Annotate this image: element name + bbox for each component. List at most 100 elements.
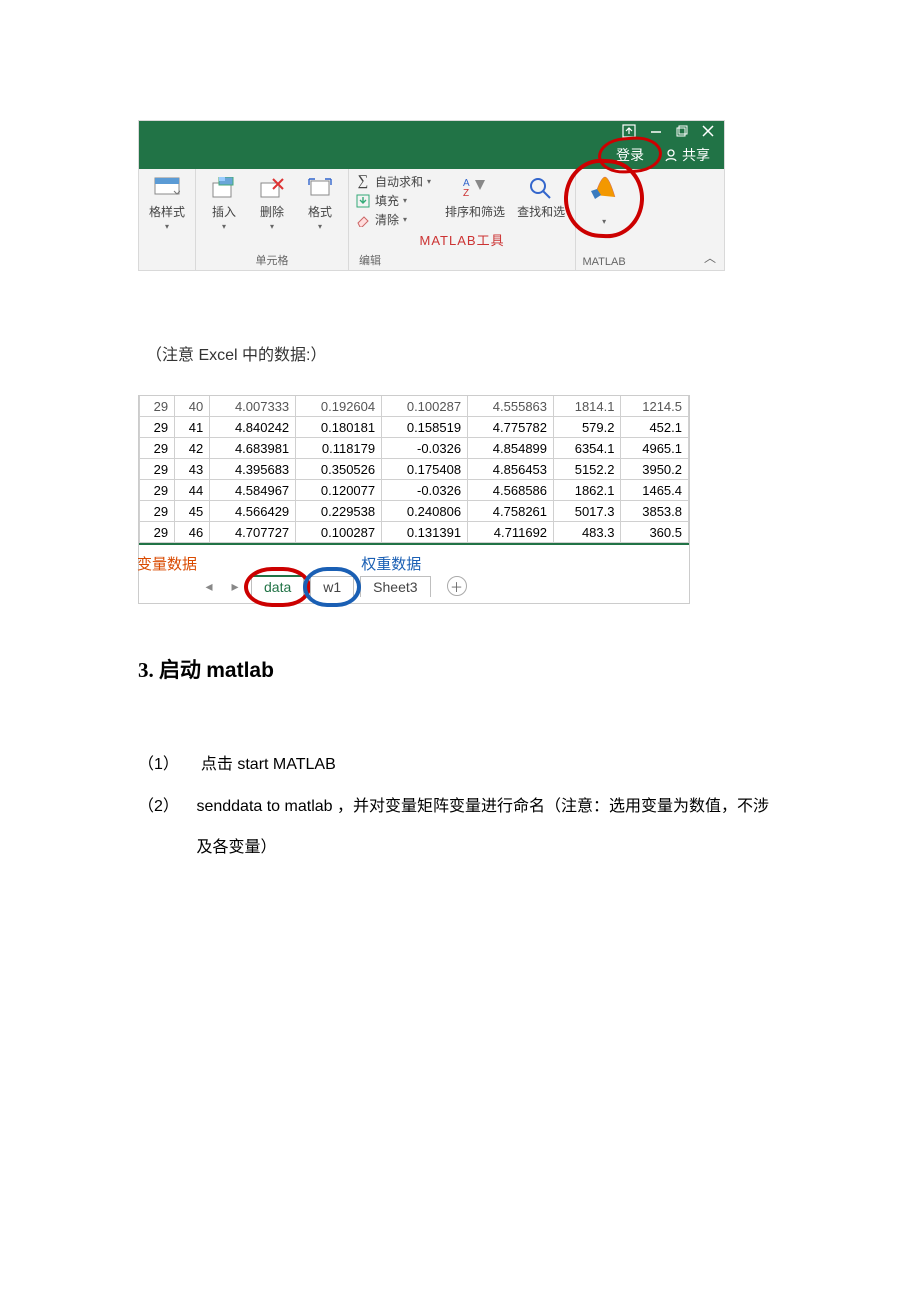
add-sheet-button[interactable]: ＋ xyxy=(447,576,467,596)
share-button[interactable]: 共享 xyxy=(664,145,710,165)
table-cell[interactable]: 6354.1 xyxy=(554,438,621,459)
table-cell[interactable]: -0.0326 xyxy=(382,438,468,459)
table-cell[interactable]: 29 xyxy=(140,417,175,438)
section-title-lat: matlab xyxy=(206,659,274,682)
sheet-tab-data[interactable]: data xyxy=(251,575,304,597)
sheet-tab-sheet3[interactable]: Sheet3 xyxy=(360,576,430,597)
table-cell[interactable]: 360.5 xyxy=(621,522,689,543)
insert-button[interactable]: 插入 ▾ xyxy=(202,173,246,233)
table-cell[interactable]: 4.007333 xyxy=(210,396,296,417)
format-button[interactable]: 格式 ▾ xyxy=(298,173,342,233)
table-cell[interactable]: 4.707727 xyxy=(210,522,296,543)
table-cell[interactable]: 46 xyxy=(175,522,210,543)
find-select-label: 查找和选 xyxy=(517,203,565,220)
sheet-tab-w1[interactable]: w1 xyxy=(310,576,354,597)
table-cell[interactable]: 4.775782 xyxy=(468,417,554,438)
fill-button[interactable]: 填充 ▾ xyxy=(355,192,431,209)
table-cell[interactable]: 29 xyxy=(140,438,175,459)
table-cell[interactable]: 4.854899 xyxy=(468,438,554,459)
table-cell[interactable]: 0.175408 xyxy=(382,459,468,480)
table-cell[interactable]: 4.395683 xyxy=(210,459,296,480)
minimize-icon[interactable] xyxy=(650,125,662,137)
table-cell[interactable]: 29 xyxy=(140,501,175,522)
matlab-button[interactable]: ▾ xyxy=(582,173,626,228)
autosum-button[interactable]: ∑自动求和 ▾ xyxy=(355,173,431,190)
table-cell[interactable]: 4.566429 xyxy=(210,501,296,522)
weight-data-label: 权重数据 xyxy=(361,556,421,573)
table-cell[interactable]: 0.158519 xyxy=(382,417,468,438)
table-cell[interactable]: 0.118179 xyxy=(296,438,382,459)
sheet-nav-prev[interactable]: ◂ xyxy=(199,578,219,595)
sort-filter-button[interactable]: AZ 排序和筛选 xyxy=(441,173,509,228)
table-cell[interactable]: 1814.1 xyxy=(554,396,621,417)
sheet-tabs: ◂ ▸ data w1 Sheet3 ＋ xyxy=(199,575,467,597)
table-cell[interactable]: 0.240806 xyxy=(382,501,468,522)
table-cell[interactable]: 0.131391 xyxy=(382,522,468,543)
table-cell[interactable]: 43 xyxy=(175,459,210,480)
table-cell[interactable]: 3950.2 xyxy=(621,459,689,480)
table-cell[interactable]: 29 xyxy=(140,480,175,501)
table-cell[interactable]: 0.192604 xyxy=(296,396,382,417)
table-cell[interactable]: 579.2 xyxy=(554,417,621,438)
table-cell[interactable]: 4.711692 xyxy=(468,522,554,543)
sheet-nav-next[interactable]: ▸ xyxy=(225,578,245,595)
table-cell[interactable]: 3853.8 xyxy=(621,501,689,522)
step-text: senddata to matlab ，并对变量矩阵变量进行命名（注意：选用变量… xyxy=(196,786,778,869)
table-cell[interactable]: 0.350526 xyxy=(296,459,382,480)
table-cell[interactable]: 4.555863 xyxy=(468,396,554,417)
table-cell[interactable]: 1862.1 xyxy=(554,480,621,501)
steps-list: （1）点击 start MATLAB（2） senddata to matlab … xyxy=(138,744,778,869)
table-cell[interactable]: 4.568586 xyxy=(468,480,554,501)
table-cell[interactable]: 4965.1 xyxy=(621,438,689,459)
table-cell[interactable]: 0.100287 xyxy=(382,396,468,417)
find-select-button[interactable]: 查找和选 xyxy=(513,173,569,228)
table-cell[interactable]: 4.584967 xyxy=(210,480,296,501)
section-title-cn: 3. 启动 xyxy=(138,658,206,682)
clear-button[interactable]: 清除 ▾ xyxy=(355,211,431,228)
table-cell[interactable]: 0.100287 xyxy=(296,522,382,543)
excel-grid: 29404.0073330.1926040.1002874.5558631814… xyxy=(138,395,690,604)
table-cell[interactable]: 4.683981 xyxy=(210,438,296,459)
table-cell[interactable]: -0.0326 xyxy=(382,480,468,501)
table-cell[interactable]: 42 xyxy=(175,438,210,459)
table-cell[interactable]: 29 xyxy=(140,396,175,417)
table-cell[interactable]: 44 xyxy=(175,480,210,501)
delete-button[interactable]: 删除 ▾ xyxy=(250,173,294,233)
format-label: 格式 xyxy=(308,203,332,220)
table-cell[interactable]: 5017.3 xyxy=(554,501,621,522)
table-cell[interactable]: 483.3 xyxy=(554,522,621,543)
table-cell[interactable]: 5152.2 xyxy=(554,459,621,480)
table-cell[interactable]: 4.856453 xyxy=(468,459,554,480)
table-cell[interactable]: 1214.5 xyxy=(621,396,689,417)
list-item: （2） senddata to matlab ，并对变量矩阵变量进行命名（注意：选… xyxy=(138,786,778,869)
list-item: （1）点击 start MATLAB xyxy=(138,744,778,786)
step-number: （2） xyxy=(138,786,174,869)
matlab-icon xyxy=(589,175,619,201)
table-cell[interactable]: 4.840242 xyxy=(210,417,296,438)
delete-icon xyxy=(257,175,287,201)
restore-icon[interactable] xyxy=(676,125,688,137)
data-table: 29404.0073330.1926040.1002874.5558631814… xyxy=(139,396,689,543)
table-cell[interactable]: 45 xyxy=(175,501,210,522)
table-cell[interactable]: 4.758261 xyxy=(468,501,554,522)
person-icon xyxy=(664,148,678,162)
table-cell[interactable]: 0.180181 xyxy=(296,417,382,438)
svg-text:Z: Z xyxy=(463,188,469,199)
collapse-ribbon-icon[interactable]: ︿ xyxy=(704,249,716,266)
table-cell[interactable]: 1465.4 xyxy=(621,480,689,501)
table-cell[interactable]: 29 xyxy=(140,522,175,543)
table-row: 29464.7077270.1002870.1313914.711692483.… xyxy=(140,522,689,543)
table-cell[interactable]: 29 xyxy=(140,459,175,480)
table-cell[interactable]: 41 xyxy=(175,417,210,438)
cell-styles-button[interactable]: 格样式 ▾ xyxy=(145,173,189,233)
table-cell[interactable]: 0.229538 xyxy=(296,501,382,522)
fill-down-icon xyxy=(355,193,371,209)
table-row: 29414.8402420.1801810.1585194.775782579.… xyxy=(140,417,689,438)
table-cell[interactable]: 452.1 xyxy=(621,417,689,438)
fill-label: 填充 xyxy=(375,192,399,209)
close-icon[interactable] xyxy=(702,125,714,137)
table-cell[interactable]: 0.120077 xyxy=(296,480,382,501)
table-cell[interactable]: 40 xyxy=(175,396,210,417)
cell-styles-icon xyxy=(152,175,182,201)
note-text: （注意 Excel 中的数据:） xyxy=(146,341,920,365)
